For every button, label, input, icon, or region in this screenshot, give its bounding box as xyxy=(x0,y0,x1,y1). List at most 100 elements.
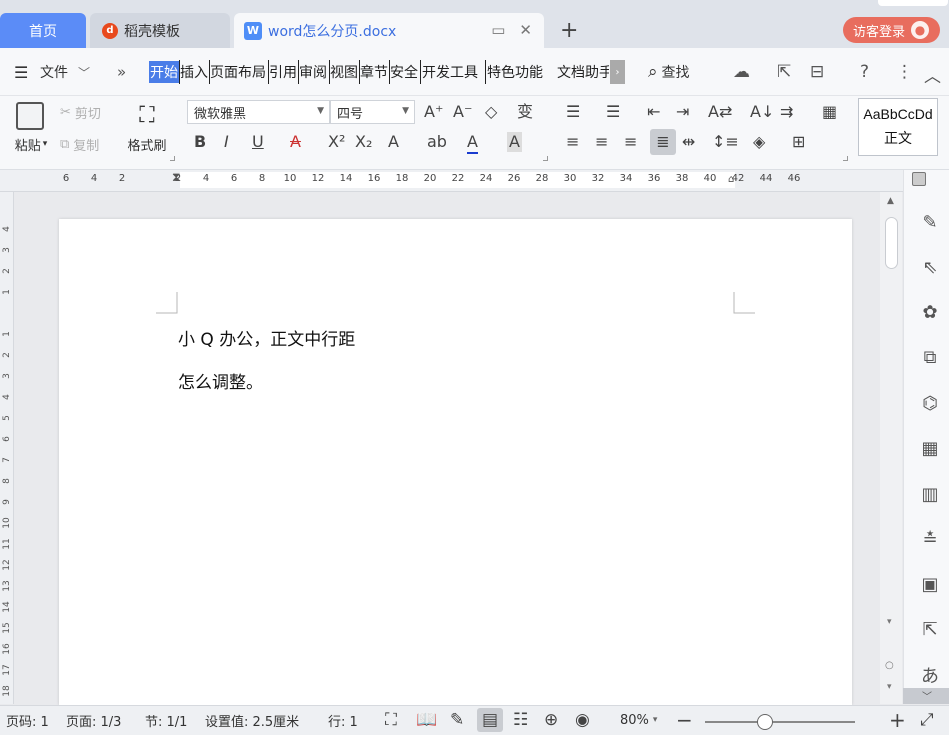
edit-pen-icon[interactable]: ✎ xyxy=(917,212,943,233)
clear-format-icon[interactable]: ◇ xyxy=(485,102,497,122)
vertical-ruler[interactable]: 4 3 2 1 1 2 3 4 5 6 7 8 9 10 11 12 13 14 15 16 17 18 xyxy=(0,192,14,704)
shading-fill-icon[interactable]: ◈ xyxy=(753,132,765,152)
tab-document[interactable]: W word怎么分页.docx ▭ ✕ xyxy=(234,13,544,48)
image-gallery-icon[interactable]: ▣ xyxy=(917,574,943,595)
window-controls[interactable] xyxy=(878,0,948,6)
phonetic-guide-icon[interactable]: 变 xyxy=(517,102,533,122)
ribbon-tab-developer[interactable]: 开发工具 xyxy=(422,61,478,83)
scroll-prev-page-icon[interactable]: ▾ xyxy=(887,617,892,627)
table-insert-icon[interactable]: ▦ xyxy=(822,102,837,122)
italic-icon[interactable]: I xyxy=(224,132,229,152)
reading-mode-icon[interactable]: 📖 xyxy=(416,710,437,730)
tab-scroll-right-icon[interactable]: › xyxy=(610,60,625,84)
scroll-up-icon[interactable]: ▲ xyxy=(887,196,894,206)
font-dialog-launcher[interactable] xyxy=(543,156,548,161)
adjust-sliders-icon[interactable]: ≛ xyxy=(917,529,943,550)
ribbon-tab-view[interactable]: 视图 xyxy=(330,61,358,83)
numbering-icon[interactable]: ☰ xyxy=(606,102,620,122)
share-icon[interactable]: ⇱ xyxy=(777,62,791,82)
scroll-next-page-icon[interactable]: ▾ xyxy=(887,682,892,692)
status-row[interactable]: 行: 1 xyxy=(328,705,358,735)
write-mode-icon[interactable]: ✎ xyxy=(450,710,464,730)
highlight-icon[interactable]: ab xyxy=(427,132,447,152)
superscript-icon[interactable]: X² xyxy=(328,132,345,152)
hamburger-menu-icon[interactable]: ☰ xyxy=(14,48,28,96)
ribbon-tab-assistant[interactable]: 文档助手 xyxy=(557,61,609,83)
help-icon[interactable]: ? xyxy=(860,62,869,82)
zoom-out-icon[interactable]: − xyxy=(676,708,693,732)
window-icon[interactable]: ▭ xyxy=(491,21,505,39)
paste-button[interactable]: 粘贴 ▾ xyxy=(8,134,54,154)
paragraph-dialog-launcher[interactable] xyxy=(843,156,848,161)
web-view-icon[interactable]: ⊕ xyxy=(544,710,558,730)
tab-home[interactable]: 首页 xyxy=(0,13,86,48)
find-button[interactable]: ⌕ 查找 xyxy=(648,48,690,96)
select-cursor-icon[interactable]: ⇖ xyxy=(917,257,943,278)
ribbon-tab-section[interactable]: 章节 xyxy=(360,61,388,83)
ribbon-tab-security[interactable]: 安全 xyxy=(390,61,418,83)
ribbon-tab-page-layout[interactable]: 页面布局 xyxy=(210,61,266,83)
status-page-count[interactable]: 页面: 1/3 xyxy=(66,705,121,735)
cut-button[interactable]: ✂ 剪切 xyxy=(60,102,101,122)
increase-indent-icon[interactable]: ⇥ xyxy=(676,102,689,122)
shapes-icon[interactable]: ⧉ xyxy=(917,347,943,368)
borders-icon[interactable]: ⊞ xyxy=(792,132,805,152)
subscript-icon[interactable]: X₂ xyxy=(355,132,372,152)
ribbon-tab-references[interactable]: 引用 xyxy=(269,61,297,83)
font-name-select[interactable]: 微软雅黑 ▼ xyxy=(187,100,330,124)
eye-protection-icon[interactable]: ◉ xyxy=(575,710,590,730)
distribute-icon[interactable]: ⇹ xyxy=(682,132,695,152)
style-badge-icon[interactable]: ✿ xyxy=(917,302,943,323)
copy-button[interactable]: ⧉ 复制 xyxy=(60,134,99,154)
ribbon-tab-insert[interactable]: 插入 xyxy=(180,61,208,83)
double-chevron-right-icon[interactable]: » xyxy=(117,48,126,96)
ribbon-tab-start[interactable]: 开始 xyxy=(149,61,179,83)
status-setting-value[interactable]: 设置值: 2.5厘米 xyxy=(205,705,299,735)
underline-icon[interactable]: U xyxy=(252,132,264,152)
format-painter-icon[interactable]: ⛶ xyxy=(132,100,162,130)
decrease-indent-icon[interactable]: ⇤ xyxy=(647,102,660,122)
chevron-down-icon[interactable]: ﹀ xyxy=(922,688,932,703)
close-tab-icon[interactable]: ✕ xyxy=(519,21,532,39)
paste-icon[interactable] xyxy=(14,100,46,132)
share-out-icon[interactable]: ⇱ xyxy=(917,619,943,640)
visitor-login-button[interactable]: 访客登录 ● xyxy=(843,17,940,43)
scrollbar-thumb[interactable] xyxy=(885,217,898,269)
font-color-icon[interactable]: A xyxy=(467,132,478,154)
text-effect-icon[interactable]: A xyxy=(388,132,399,152)
align-left-icon[interactable]: ≡ xyxy=(566,132,579,152)
document-text-line[interactable]: 小 Q 办公，正文中行距 xyxy=(178,325,355,350)
ribbon-tab-review[interactable]: 审阅 xyxy=(299,61,327,83)
translate-icon[interactable]: あ xyxy=(917,662,943,688)
status-section[interactable]: 节: 1/1 xyxy=(145,705,187,735)
page-view-icon[interactable]: ▤ xyxy=(482,710,498,730)
collapse-ribbon-icon[interactable]: ︿ xyxy=(924,62,941,87)
fullscreen-icon[interactable]: ⛶ xyxy=(385,710,397,730)
new-tab-plus-icon[interactable]: + xyxy=(560,18,578,43)
status-page-number[interactable]: 页码: 1 xyxy=(6,705,49,735)
chart-icon[interactable]: ▥ xyxy=(917,484,943,505)
more-options-icon[interactable]: ⋮ xyxy=(896,62,913,82)
char-shading-icon[interactable]: A xyxy=(507,132,522,152)
indent-marker-icon[interactable]: ⧗ xyxy=(172,170,180,185)
format-painter-button[interactable]: 格式刷 xyxy=(122,134,172,154)
bold-icon[interactable]: B xyxy=(194,132,206,152)
align-center-icon[interactable]: ≡ xyxy=(595,132,608,152)
menu-file[interactable]: 文件 xyxy=(40,48,68,96)
zoom-slider-knob[interactable] xyxy=(757,714,773,730)
zoom-in-icon[interactable]: + xyxy=(889,708,906,732)
show-marks-icon[interactable]: ⇉ xyxy=(780,102,793,122)
bullets-icon[interactable]: ☰ xyxy=(566,102,580,122)
line-spacing-icon[interactable]: ↕≡ xyxy=(712,132,739,152)
shrink-font-icon[interactable]: A⁻ xyxy=(453,102,472,122)
align-right-icon[interactable]: ≡ xyxy=(624,132,637,152)
fit-window-icon[interactable]: ⤢ xyxy=(920,710,934,730)
cloud-sync-icon[interactable]: ☁ xyxy=(733,62,750,82)
font-size-select[interactable]: 四号 ▼ xyxy=(330,100,415,124)
document-page[interactable] xyxy=(59,219,852,705)
ribbon-tab-features[interactable]: 特色功能 xyxy=(487,61,543,83)
text-direction-icon[interactable]: A⇄ xyxy=(708,102,732,122)
style-normal-card[interactable]: AaBbCcDd 正文 xyxy=(858,98,938,156)
clipboard-dialog-launcher[interactable] xyxy=(170,156,175,161)
export-icon[interactable]: ⊟ xyxy=(810,62,824,82)
